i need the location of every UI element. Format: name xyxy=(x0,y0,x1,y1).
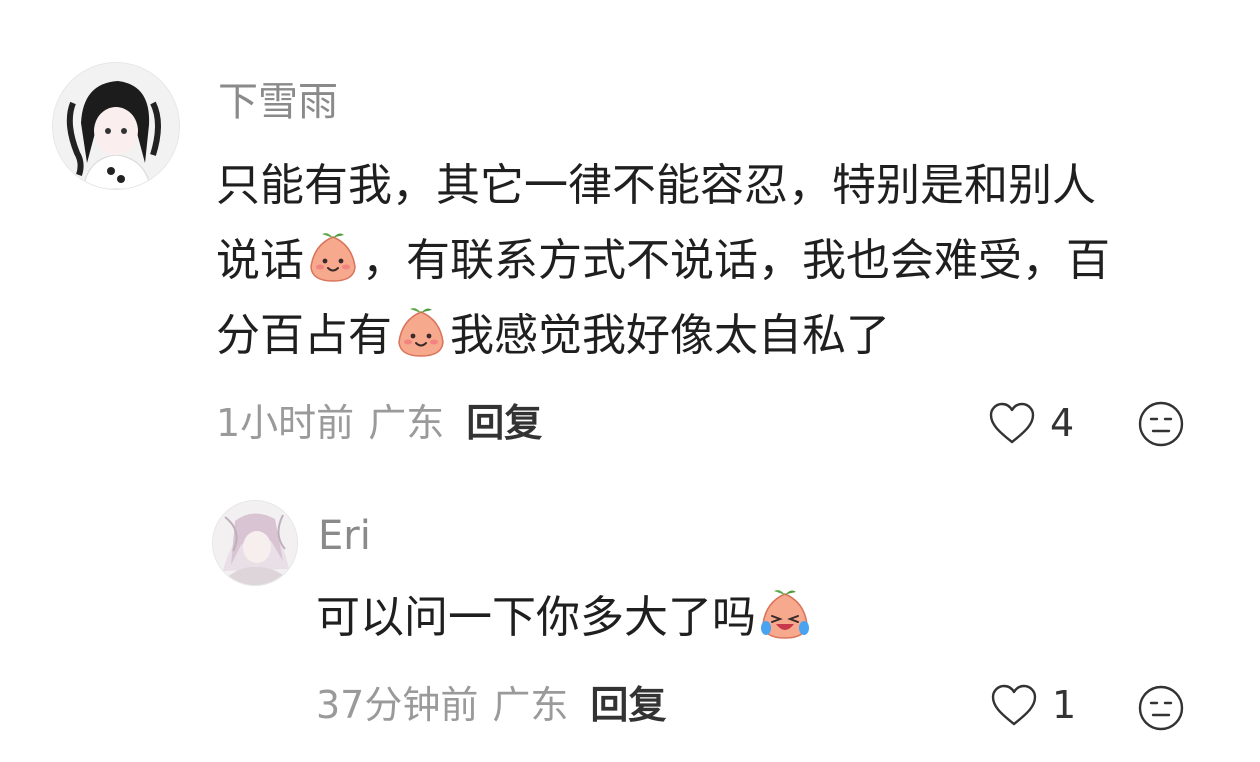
reply-button[interactable]: 回复 xyxy=(590,683,666,727)
reply-button[interactable]: 回复 xyxy=(466,401,542,445)
comment-time: 1小时前 xyxy=(216,401,355,445)
comment-text-line: 说话 ，有联系方式不说话，我也会难受，百 xyxy=(216,223,1226,298)
heart-outline-icon xyxy=(989,402,1035,444)
comment-text-line: 只能有我，其它一律不能容忍，特别是和别人 xyxy=(216,160,1096,211)
like-count: 4 xyxy=(1050,401,1075,445)
neutral-face-icon[interactable] xyxy=(1137,684,1185,732)
like-count: 1 xyxy=(1052,683,1077,727)
comment-text-segment: 分百占有 xyxy=(216,310,392,361)
comment-text-segment: 可以问一下你多大了吗 xyxy=(316,592,756,643)
comment-location: 广东 xyxy=(368,401,445,445)
comment-time: 37分钟前 xyxy=(316,683,479,727)
comment-location: 广东 xyxy=(492,683,569,727)
like-button[interactable]: 4 xyxy=(988,400,1074,446)
username[interactable]: Eri xyxy=(318,512,371,560)
heart-outline-icon xyxy=(991,684,1037,726)
comment-meta: 37分钟前 广东 回复 xyxy=(316,682,666,728)
like-button[interactable]: 1 xyxy=(990,682,1076,728)
smile-peach-emoji-icon xyxy=(306,231,360,285)
comment-text: 只能有我，其它一律不能容忍，特别是和别人 说话 ，有联系方式不说话，我也会难受，… xyxy=(216,148,1226,373)
neutral-face-icon[interactable] xyxy=(1137,400,1185,448)
comment-text-segment: ，有联系方式不说话，我也会难受，百 xyxy=(362,235,1110,286)
comment-text-segment: 说话 xyxy=(216,235,304,286)
comment-text: 可以问一下你多大了吗 xyxy=(316,580,814,655)
crying-laugh-peach-emoji-icon xyxy=(758,588,812,642)
avatar[interactable] xyxy=(52,62,180,190)
comment-meta: 1小时前 广东 回复 xyxy=(216,400,542,446)
comment-text-line: 分百占有 我感觉我好像太自私了 xyxy=(216,298,1226,373)
smile-peach-emoji-icon xyxy=(394,306,448,360)
username[interactable]: 下雪雨 xyxy=(218,78,338,126)
avatar[interactable] xyxy=(212,500,298,586)
comment-text-segment: 我感觉我好像太自私了 xyxy=(450,310,890,361)
